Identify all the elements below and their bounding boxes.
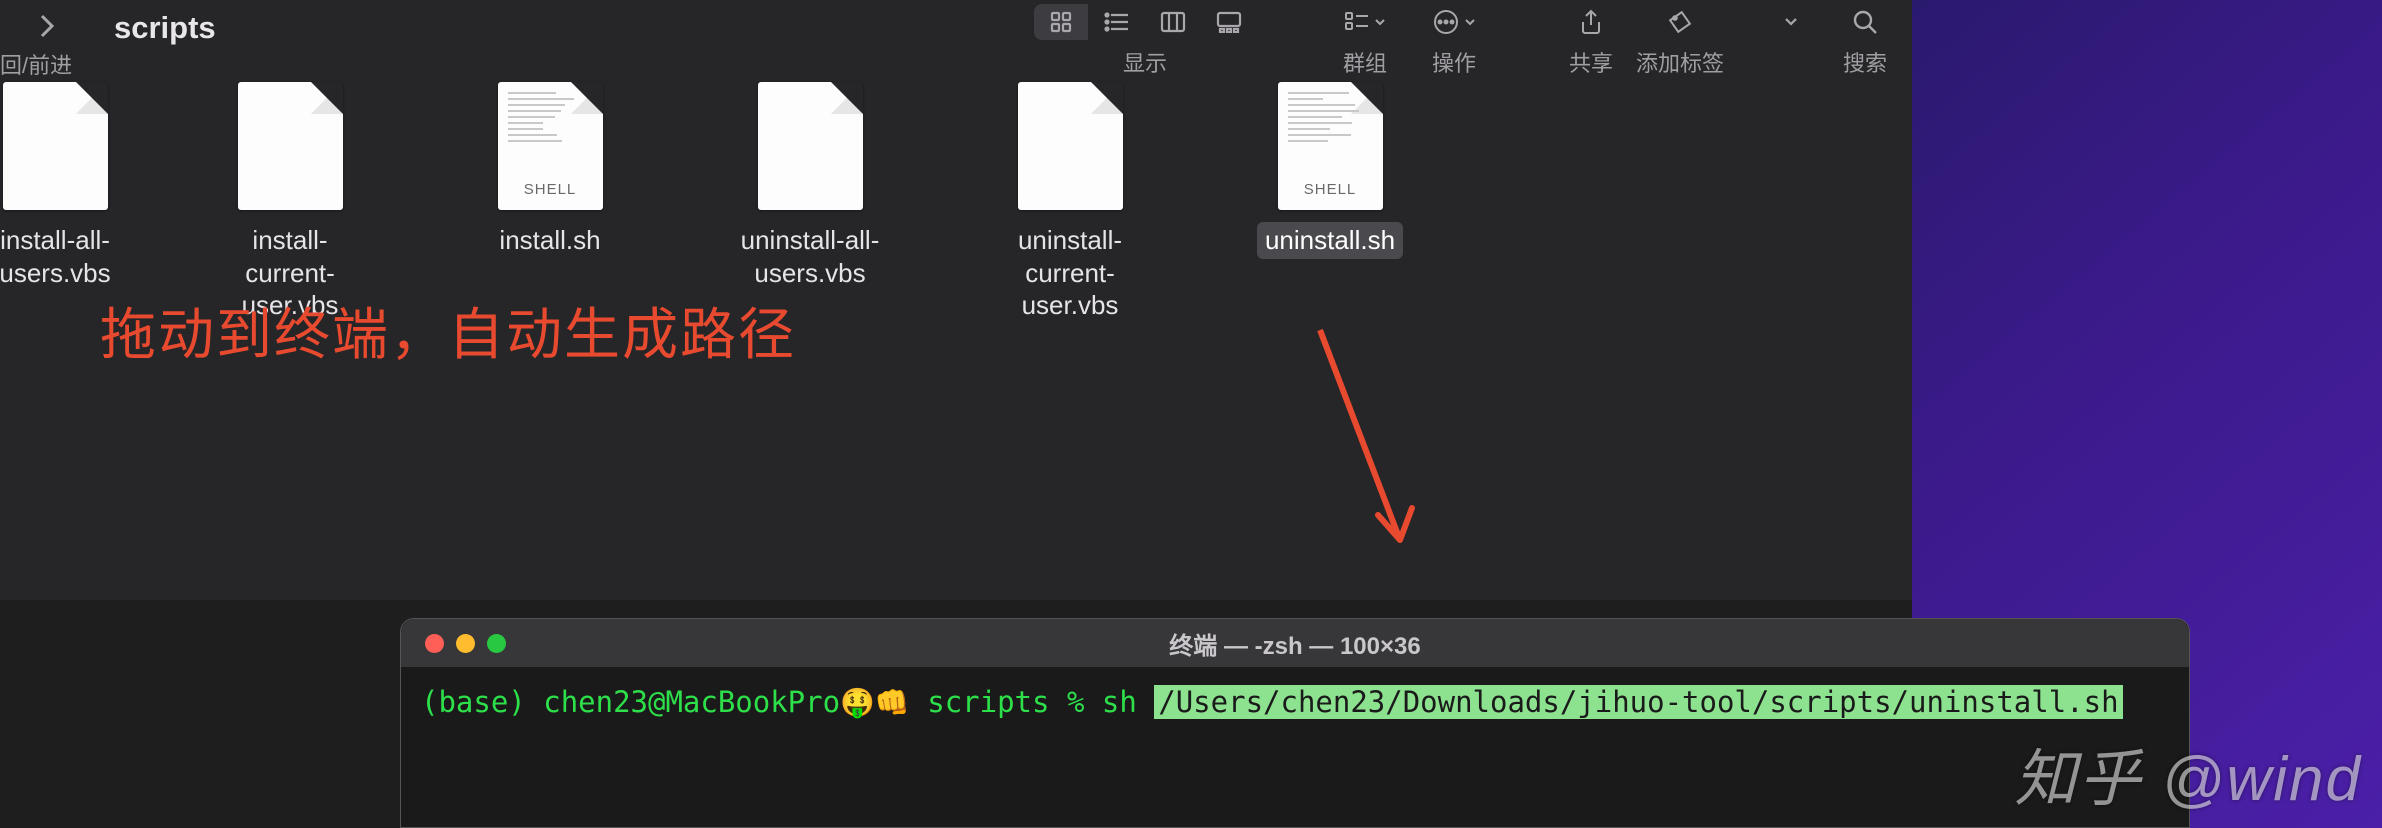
file-icon [238, 82, 343, 210]
prompt-command: sh [1102, 685, 1137, 719]
zoom-icon[interactable] [487, 634, 506, 653]
file-icon [3, 82, 108, 210]
watermark-text: 知乎 @wind [2014, 728, 2362, 818]
gallery-view-button[interactable] [1202, 4, 1256, 40]
shell-badge: SHELL [524, 181, 577, 198]
file-item[interactable]: install-current-user.vbs [205, 82, 375, 324]
nav-forward-button[interactable] [20, 8, 74, 44]
file-label: uninstall.sh [1257, 222, 1403, 259]
finder-toolbar: scripts 回/前进 显示 [0, 0, 1912, 64]
expand-label [1788, 46, 1794, 72]
file-icon [1018, 82, 1123, 210]
file-item[interactable]: uninstall-current-user.vbs [985, 82, 1155, 324]
toolbar-expand-button[interactable] [1764, 4, 1818, 40]
tags-button[interactable] [1653, 4, 1707, 40]
share-label: 共享 [1569, 46, 1613, 78]
terminal-body[interactable]: (base) chen23@MacBookPro🤑👊 scripts % sh … [401, 667, 2189, 737]
prompt-userhost: chen23@MacBookPro [543, 685, 840, 719]
search-button[interactable] [1838, 4, 1892, 40]
folder-title: scripts [114, 10, 216, 46]
prompt-dir: scripts [927, 685, 1049, 719]
terminal-window: 终端 — -zsh — 100×36 (base) chen23@MacBook… [400, 618, 2190, 828]
terminal-titlebar[interactable]: 终端 — -zsh — 100×36 [401, 619, 2189, 667]
terminal-title: 终端 — -zsh — 100×36 [1169, 626, 1420, 661]
shell-badge: SHELL [1304, 181, 1357, 198]
prompt-env: (base) [421, 685, 526, 719]
share-button[interactable] [1564, 4, 1618, 40]
minimize-icon[interactable] [456, 634, 475, 653]
file-item[interactable]: SHELL uninstall.sh [1245, 82, 1415, 259]
file-item[interactable]: uninstall-all-users.vbs [725, 82, 895, 291]
tags-label: 添加标签 [1636, 46, 1724, 78]
file-label: install.sh [491, 222, 608, 259]
group-menu-button[interactable] [1336, 4, 1394, 40]
action-label: 操作 [1432, 46, 1476, 78]
close-icon[interactable] [425, 634, 444, 653]
file-grid: install-all-users.vbs install-current-use… [0, 64, 1912, 324]
nav-caption: 回/前进 [0, 48, 72, 80]
prompt-symbol: % [1067, 685, 1084, 719]
file-label: uninstall-current-user.vbs [985, 222, 1155, 324]
view-mode-group: 显示 [1034, 0, 1256, 78]
file-item[interactable]: install-all-users.vbs [0, 82, 115, 291]
file-label: install-all-users.vbs [0, 222, 119, 291]
action-menu-button[interactable] [1424, 4, 1484, 40]
file-icon: SHELL [1278, 82, 1383, 210]
file-icon: SHELL [498, 82, 603, 210]
icon-view-button[interactable] [1034, 4, 1088, 40]
prompt-emoji: 🤑👊 [840, 686, 910, 719]
file-icon [758, 82, 863, 210]
command-path: /Users/chen23/Downloads/jihuo-tool/scrip… [1154, 685, 2122, 719]
file-label: uninstall-all-users.vbs [725, 222, 895, 291]
annotation-text: 拖动到终端，自动生成路径 [100, 290, 796, 371]
column-view-button[interactable] [1146, 4, 1200, 40]
list-view-button[interactable] [1090, 4, 1144, 40]
file-item[interactable]: SHELL install.sh [465, 82, 635, 259]
view-label: 显示 [1123, 46, 1167, 78]
group-label: 群组 [1343, 46, 1387, 78]
search-label: 搜索 [1843, 46, 1887, 78]
